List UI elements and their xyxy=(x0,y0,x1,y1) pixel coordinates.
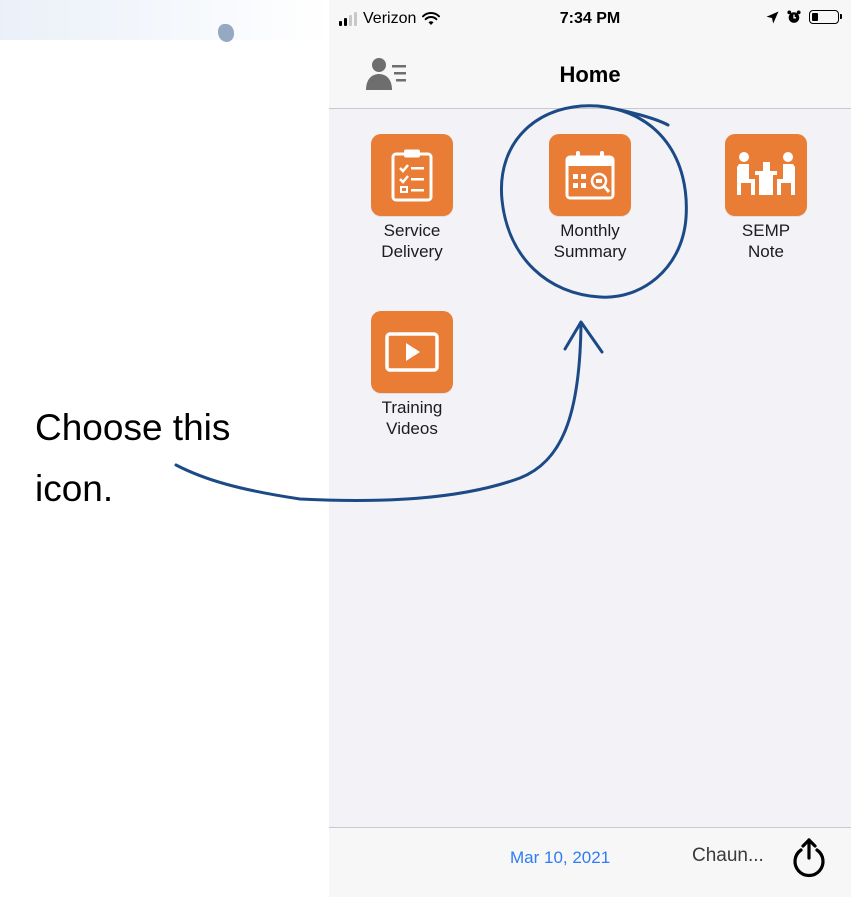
battery-level xyxy=(812,13,818,21)
training-videos-tile[interactable] xyxy=(371,311,453,393)
training-videos-label: Training Videos xyxy=(381,398,443,438)
semp-note-button[interactable]: SEMP Note xyxy=(691,134,841,262)
semp-note-tile[interactable] xyxy=(725,134,807,216)
bottom-bar: Mar 10, 2021 Chaun... xyxy=(329,827,851,897)
background-speckle xyxy=(218,24,234,42)
service-delivery-button[interactable]: Service Delivery xyxy=(337,134,487,262)
monthly-summary-button[interactable]: Monthly Summary xyxy=(515,134,665,262)
phone-screen: Verizon 7:34 PM Home Service Delivery Mo… xyxy=(329,0,851,897)
date-link[interactable]: Mar 10, 2021 xyxy=(510,848,610,868)
background-pattern xyxy=(0,0,330,40)
play-video-icon xyxy=(385,332,439,372)
user-name: Chaun... xyxy=(692,845,764,866)
nav-bar: Home xyxy=(329,40,851,109)
training-videos-button[interactable]: Training Videos xyxy=(337,311,487,439)
clipboard-checklist-icon xyxy=(391,149,433,202)
battery-icon xyxy=(809,10,842,24)
service-delivery-tile[interactable] xyxy=(371,134,453,216)
status-right xyxy=(766,10,842,24)
location-arrow-icon xyxy=(766,11,779,23)
page-title: Home xyxy=(559,62,621,87)
logout-power-icon[interactable] xyxy=(787,838,831,882)
calendar-search-icon xyxy=(565,151,615,200)
status-bar: Verizon 7:34 PM xyxy=(329,0,851,40)
service-delivery-label: Service Delivery xyxy=(381,221,443,261)
semp-note-label: SEMP Note xyxy=(741,221,791,261)
meeting-desk-icon xyxy=(737,152,795,195)
alarm-clock-icon xyxy=(787,10,801,23)
annotation-text: Choose this icon. xyxy=(35,407,231,509)
monthly-summary-tile[interactable] xyxy=(549,134,631,216)
monthly-summary-label: Monthly Summary xyxy=(553,221,627,261)
